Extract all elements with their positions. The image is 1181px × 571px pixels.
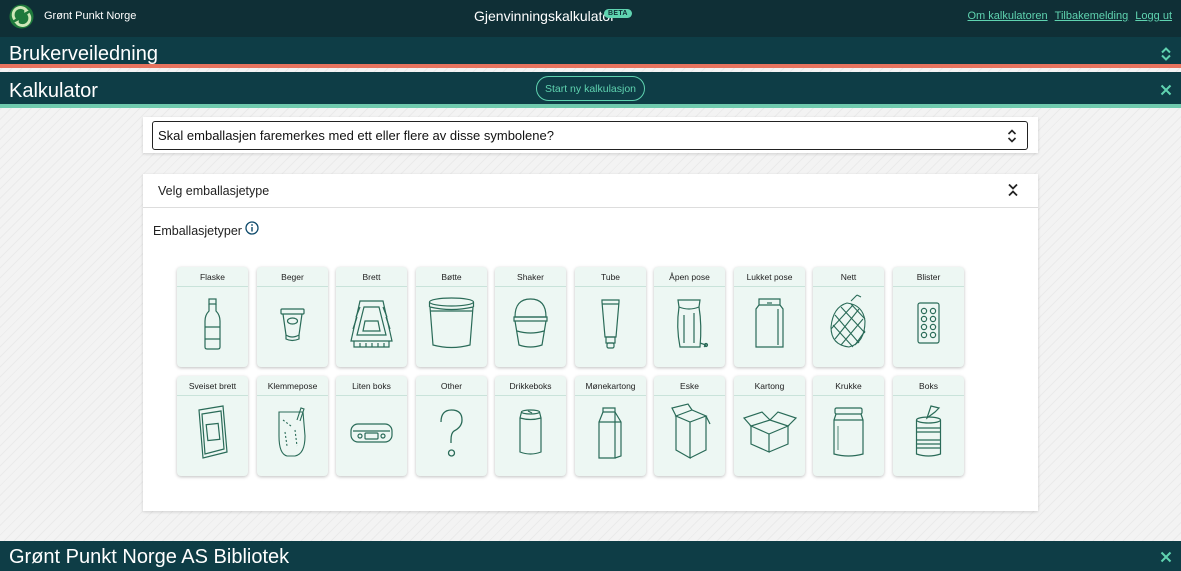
brand-name: Grønt Punkt Norge xyxy=(44,10,137,22)
top-header: Grønt Punkt Norge Gjenvinningskalkulator… xyxy=(0,0,1181,37)
select-packaging-type-title: Velg emballasjetype xyxy=(158,184,270,198)
tile-label: Krukke xyxy=(813,376,884,396)
about-link[interactable]: Om kalkulatoren xyxy=(968,10,1048,22)
question-card: Skal emballasjen faremerkes med ett elle… xyxy=(143,117,1038,153)
feedback-link[interactable]: Tilbakemelding xyxy=(1055,10,1129,22)
top-links: Om kalkulatoren Tilbakemelding Logg ut xyxy=(964,10,1173,22)
jar-icon xyxy=(833,407,864,457)
tile-label: Mønekartong xyxy=(575,376,646,396)
packaging-tile-drikkeboks[interactable]: Drikkeboks xyxy=(495,376,566,476)
bucket-icon xyxy=(428,297,475,349)
net-icon xyxy=(830,294,866,348)
hazard-question-text: Skal emballasjen faremerkes med ett elle… xyxy=(158,128,554,143)
calculator-section-bar: Kalkulator Start ny kalkulasjon xyxy=(0,72,1181,108)
packaging-type-header[interactable]: Velg emballasjetype xyxy=(143,174,1038,208)
can-icon xyxy=(519,409,542,455)
tile-label: Åpen pose xyxy=(654,267,725,287)
tile-label: Liten boks xyxy=(336,376,407,396)
tile-label: Flaske xyxy=(177,267,248,287)
close-icon[interactable] xyxy=(1160,83,1172,97)
welded-tray-icon xyxy=(198,405,228,459)
squeeze-pouch-icon xyxy=(278,407,306,457)
packaging-tile-liten-boks[interactable]: Liten boks xyxy=(336,376,407,476)
close-icon[interactable] xyxy=(1160,550,1172,564)
tile-label: Shaker xyxy=(495,267,566,287)
guide-title: Brukerveiledning xyxy=(9,43,158,65)
tile-label: Lukket pose xyxy=(734,267,805,287)
chevron-up-down-icon xyxy=(1007,129,1017,143)
tile-label: Other xyxy=(416,376,487,396)
tile-label: Blister xyxy=(893,267,964,287)
tray-icon xyxy=(350,300,393,348)
box-icon xyxy=(671,403,711,460)
packaging-type-card: Velg emballasjetype Emballasjetyper Flas… xyxy=(143,174,1038,511)
tube-icon xyxy=(601,299,620,349)
beta-badge: BETA xyxy=(604,9,632,18)
tile-label: Brett xyxy=(336,267,407,287)
tile-label: Kartong xyxy=(734,376,805,396)
packaging-tile-blister[interactable]: Blister xyxy=(893,267,964,367)
tile-label: Beger xyxy=(257,267,328,287)
packaging-tile-lukket-pose[interactable]: Lukket pose xyxy=(734,267,805,367)
tile-label: Nett xyxy=(813,267,884,287)
packaging-tile-shaker[interactable]: Shaker xyxy=(495,267,566,367)
hazard-question-select[interactable]: Skal emballasjen faremerkes med ett elle… xyxy=(152,121,1028,150)
library-section-bar: Grønt Punkt Norge AS Bibliotek xyxy=(0,541,1181,571)
tile-label: Tube xyxy=(575,267,646,287)
packaging-tile-botte[interactable]: Bøtte xyxy=(416,267,487,367)
tin-can-icon xyxy=(915,405,942,457)
packaging-tile-kartong[interactable]: Kartong xyxy=(734,376,805,476)
packaging-tile-tube[interactable]: Tube xyxy=(575,267,646,367)
green-dot-logo xyxy=(9,4,34,29)
packaging-tile-eske[interactable]: Eske xyxy=(654,376,725,476)
tile-label: Boks xyxy=(893,376,964,396)
packaging-tile-flaske[interactable]: Flaske xyxy=(177,267,248,367)
packaging-tile-krukke[interactable]: Krukke xyxy=(813,376,884,476)
open-carton-icon xyxy=(742,411,798,453)
tile-label: Eske xyxy=(654,376,725,396)
library-title: Grønt Punkt Norge AS Bibliotek xyxy=(9,546,290,568)
info-icon[interactable] xyxy=(245,221,259,235)
packaging-tile-sveiset-brett[interactable]: Sveiset brett xyxy=(177,376,248,476)
tile-label: Klemmepose xyxy=(257,376,328,396)
gable-carton-icon xyxy=(598,407,622,459)
shaker-icon xyxy=(513,298,548,348)
tile-label: Bøtte xyxy=(416,267,487,287)
blister-icon xyxy=(917,302,940,344)
closed-bag-icon xyxy=(755,298,784,348)
packaging-type-grid: Flaske Beger Brett Bøtte Shaker Tube Åpe… xyxy=(177,267,967,477)
app-title: Gjenvinningskalkulator xyxy=(474,8,615,24)
open-bag-icon xyxy=(677,299,709,348)
tile-label: Sveiset brett xyxy=(177,376,248,396)
packaging-tile-monekartong[interactable]: Mønekartong xyxy=(575,376,646,476)
collapse-icon[interactable] xyxy=(1007,183,1019,197)
packaging-tile-beger[interactable]: Beger xyxy=(257,267,328,367)
logout-link[interactable]: Logg ut xyxy=(1135,10,1172,22)
packaging-tile-nett[interactable]: Nett xyxy=(813,267,884,367)
tile-label: Drikkeboks xyxy=(495,376,566,396)
small-box-icon xyxy=(350,423,393,443)
packaging-types-label: Emballasjetyper xyxy=(153,224,242,238)
guide-section-bar[interactable]: Brukerveiledning xyxy=(0,37,1181,68)
start-new-calculation-button[interactable]: Start ny kalkulasjon xyxy=(536,76,645,101)
calculator-title: Kalkulator xyxy=(9,80,98,102)
question-icon xyxy=(440,409,463,457)
cup-icon xyxy=(280,308,305,342)
bottle-icon xyxy=(204,298,221,350)
packaging-tile-other[interactable]: Other xyxy=(416,376,487,476)
packaging-tile-boks[interactable]: Boks xyxy=(893,376,964,476)
packaging-tile-klemmepose[interactable]: Klemmepose xyxy=(257,376,328,476)
chevron-up-down-icon[interactable] xyxy=(1160,47,1172,61)
packaging-tile-apen-pose[interactable]: Åpen pose xyxy=(654,267,725,367)
packaging-tile-brett[interactable]: Brett xyxy=(336,267,407,367)
